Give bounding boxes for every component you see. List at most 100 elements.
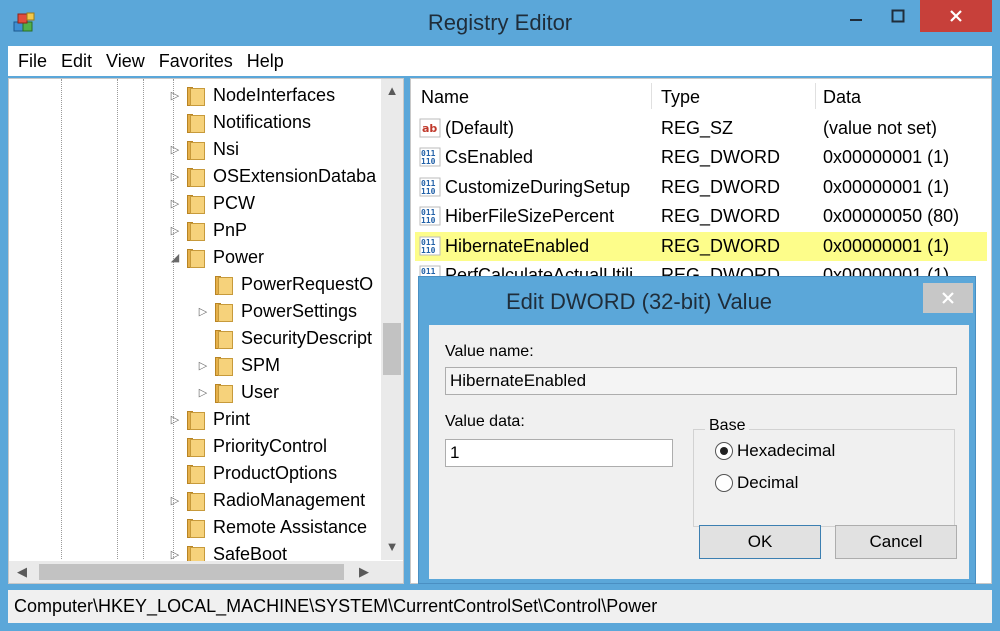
expand-arrow-icon[interactable]: ▷ (195, 305, 211, 318)
tree-horizontal-scrollbar[interactable]: ◀ ▶ (9, 561, 403, 583)
expand-arrow-icon[interactable]: ▷ (167, 413, 183, 426)
maximize-icon (891, 9, 905, 23)
expand-arrow-icon[interactable]: ▷ (167, 170, 183, 183)
collapse-arrow-icon[interactable]: ◢ (167, 251, 183, 264)
tree-item-label: Power (213, 247, 265, 268)
tree-item-label: ProductOptions (213, 463, 338, 483)
scroll-right-arrow-icon[interactable]: ▶ (353, 561, 375, 583)
folder-icon (183, 491, 205, 511)
dialog-title: Edit DWORD (32-bit) Value (505, 289, 773, 314)
folder-icon (183, 86, 205, 106)
hexadecimal-radio[interactable]: Hexadecimal (715, 441, 835, 461)
value-name-field[interactable]: HibernateEnabled (445, 367, 957, 395)
tree-item-powerrequestoverride[interactable]: PowerRequestO (195, 271, 373, 298)
value-type: REG_DWORD (661, 206, 781, 226)
svg-text:110: 110 (421, 216, 436, 225)
value-name: CsEnabled (445, 147, 534, 167)
column-header-type[interactable]: Type (661, 87, 700, 108)
menu-file[interactable]: File (18, 51, 47, 72)
list-row-customizeduringsetup[interactable]: 011 110 CustomizeDuringSetup REG_DWORD 0x… (415, 173, 987, 202)
menu-view[interactable]: View (106, 51, 145, 72)
folder-icon (183, 437, 205, 457)
tree-item-label: Notifications (213, 112, 312, 132)
status-bar-path: Computer\HKEY_LOCAL_MACHINE\SYSTEM\Curre… (8, 590, 992, 623)
radio-checked-icon[interactable] (715, 442, 733, 460)
folder-icon (183, 221, 205, 241)
folder-icon (183, 518, 205, 538)
expand-arrow-icon[interactable]: ▷ (167, 548, 183, 561)
expand-arrow-icon[interactable]: ▷ (195, 386, 211, 399)
tree-item-power[interactable]: ◢ Power (167, 244, 265, 271)
cancel-button[interactable]: Cancel (835, 525, 957, 559)
value-name-label: Value name: (445, 343, 534, 360)
column-divider[interactable] (815, 83, 816, 109)
tree-item-label: PCW (213, 193, 255, 213)
tree-item-remote-assistance[interactable]: Remote Assistance (167, 514, 367, 541)
tree-item-spm[interactable]: ▷ SPM (195, 352, 280, 379)
tree-item-label: NodeInterfaces (213, 85, 336, 105)
ok-button[interactable]: OK (699, 525, 821, 559)
scroll-thumb[interactable] (383, 323, 401, 375)
decimal-radio[interactable]: Decimal (715, 473, 798, 493)
tree-item-prioritycontrol[interactable]: PriorityControl (167, 433, 327, 460)
tree-item-print[interactable]: ▷ Print (167, 406, 250, 433)
tree-item-pcw[interactable]: ▷ PCW (167, 190, 255, 217)
tree-item-notifications[interactable]: Notifications (167, 109, 311, 136)
radio-unchecked-icon[interactable] (715, 474, 733, 492)
value-name: HibernateEnabled (445, 236, 590, 256)
close-button[interactable] (920, 0, 992, 32)
folder-icon (183, 140, 205, 160)
tree-item-productoptions[interactable]: ProductOptions (167, 460, 337, 487)
menu-bar: File Edit View Favorites Help (8, 46, 992, 76)
folder-icon (183, 410, 205, 430)
scroll-up-arrow-icon[interactable]: ▲ (381, 81, 403, 101)
value-data-input[interactable]: 1 (445, 439, 673, 467)
tree-item-pnp[interactable]: ▷ PnP (167, 217, 247, 244)
tree-item-osextensiondatabase[interactable]: ▷ OSExtensionDataba (167, 163, 376, 190)
tree-item-securitydescriptors[interactable]: SecurityDescript (195, 325, 372, 352)
binary-value-icon: 011110 (419, 236, 441, 256)
expand-arrow-icon[interactable]: ▷ (167, 89, 183, 102)
column-divider[interactable] (651, 83, 652, 109)
list-row-hiberfilesizepercent[interactable]: 011 110 HiberFileSizePercent REG_DWORD 0x… (415, 202, 987, 231)
maximize-button[interactable] (878, 0, 918, 32)
expand-arrow-icon[interactable]: ▷ (195, 359, 211, 372)
folder-icon (183, 113, 205, 133)
value-data: 0x00000001 (1) (823, 236, 950, 256)
scroll-left-arrow-icon[interactable]: ◀ (11, 561, 33, 583)
svg-text:110: 110 (421, 246, 436, 255)
folder-icon (183, 464, 205, 484)
tree-item-powersettings[interactable]: ▷ PowerSettings (195, 298, 357, 325)
minimize-button[interactable] (836, 0, 876, 32)
menu-help[interactable]: Help (247, 51, 284, 72)
svg-text:110: 110 (421, 187, 436, 196)
value-data: 0x00000050 (80) (823, 206, 960, 226)
menu-edit[interactable]: Edit (61, 51, 92, 72)
decimal-label: Decimal (737, 473, 799, 492)
svg-text:110: 110 (421, 157, 436, 166)
tree-item-label: Nsi (213, 139, 239, 159)
key-tree-pane[interactable]: ▷ NodeInterfaces Notifications ▷ Nsi ▷ O… (8, 78, 404, 584)
list-row-hibernateenabled[interactable]: 011 110 HibernateEnabled REG_DWORD 0x0000… (415, 232, 987, 261)
dialog-body: Value name: HibernateEnabled Value data:… (429, 325, 969, 579)
list-row-default[interactable]: ab (Default) REG_SZ (value not set) (415, 114, 987, 143)
expand-arrow-icon[interactable]: ▷ (167, 143, 183, 156)
list-row-csenabled[interactable]: 011 110 CsEnabled REG_DWORD 0x00000001 (1… (415, 143, 987, 172)
tree-item-radiomanagement[interactable]: ▷ RadioManagement (167, 487, 365, 514)
scroll-thumb[interactable] (39, 564, 344, 580)
column-header-name[interactable]: Name (421, 87, 469, 108)
expand-arrow-icon[interactable]: ▷ (167, 224, 183, 237)
scroll-down-arrow-icon[interactable]: ▼ (381, 537, 403, 557)
dialog-close-button[interactable] (923, 283, 973, 313)
open-folder-icon (183, 248, 205, 268)
tree-item-user[interactable]: ▷ User (195, 379, 279, 406)
menu-favorites[interactable]: Favorites (159, 51, 233, 72)
tree-item-nsi[interactable]: ▷ Nsi (167, 136, 239, 163)
tree-item-nodeinterfaces[interactable]: ▷ NodeInterfaces (167, 82, 335, 109)
value-type: REG_DWORD (661, 177, 781, 197)
expand-arrow-icon[interactable]: ▷ (167, 197, 183, 210)
tree-vertical-scrollbar[interactable]: ▲ ▼ (381, 79, 403, 560)
expand-arrow-icon[interactable]: ▷ (167, 494, 183, 507)
value-data: 0x00000001 (1) (823, 147, 950, 167)
column-header-data[interactable]: Data (823, 87, 861, 108)
